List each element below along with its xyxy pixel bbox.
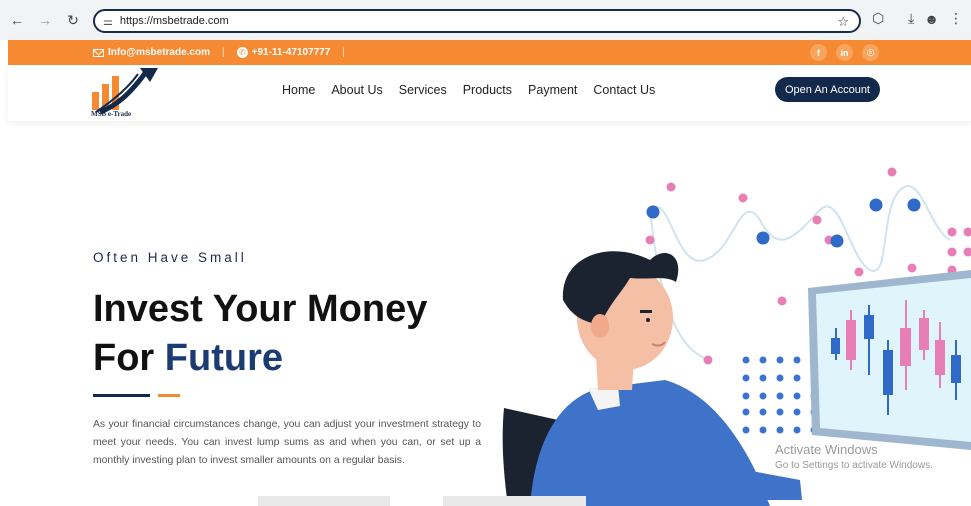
instagram-icon[interactable]: ◎ <box>862 44 879 61</box>
hero-title-accent: Future <box>164 337 283 379</box>
hero-title-prefix: For <box>93 337 165 379</box>
open-account-button[interactable]: Open An Account <box>775 77 880 102</box>
site-header: MSB e-Trade Home About Us Services Produ… <box>8 65 971 121</box>
facebook-icon[interactable]: f <box>810 44 827 61</box>
hero-description: As your financial circumstances change, … <box>93 419 481 466</box>
main-nav: Home About Us Services Products Payment … <box>282 83 655 97</box>
menu-kebab-icon[interactable]: ⋮ <box>949 10 963 27</box>
forward-icon[interactable]: → <box>34 9 56 31</box>
back-icon[interactable]: ← <box>6 9 28 31</box>
site-settings-icon[interactable]: ⚌ <box>103 15 113 28</box>
topbar-separator: | <box>342 47 345 58</box>
nav-item-about[interactable]: About Us <box>331 83 382 97</box>
browser-actions-2: ⤓ ☻ ⋮ <box>908 10 963 27</box>
nav-item-payment[interactable]: Payment <box>528 83 577 97</box>
profile-avatar-icon[interactable]: ☻ <box>924 11 939 27</box>
email-text: Info@msbetrade.com <box>108 47 210 58</box>
browser-actions: ⬡ <box>872 10 884 27</box>
investor-illustration <box>502 167 971 506</box>
nav-item-home[interactable]: Home <box>282 83 315 97</box>
bottom-strip <box>258 496 390 506</box>
hero-kicker: Often Have Small <box>93 250 247 265</box>
activation-watermark-subtitle: Go to Settings to activate Windows. <box>775 460 933 471</box>
social-links: f in ◎ <box>810 44 879 61</box>
hero-title-line2: For Future <box>93 334 427 383</box>
linkedin-icon[interactable]: in <box>836 44 853 61</box>
address-bar[interactable]: ⚌ https://msbetrade.com ☆ <box>93 9 861 33</box>
nav-item-products[interactable]: Products <box>463 83 512 97</box>
hero-divider-orange <box>158 394 180 397</box>
bottom-strip <box>443 496 586 506</box>
phone-text: +91-11-47107777 <box>251 47 331 58</box>
bookmark-star-icon[interactable]: ☆ <box>837 14 849 30</box>
contact-topbar: Info@msbetrade.com | ✆ +91-11-47107777 |… <box>8 40 971 65</box>
hero-divider-dark <box>93 394 150 397</box>
logo-text: MSB e-Trade <box>91 110 132 118</box>
hero-title: Invest Your Money For Future <box>93 285 427 383</box>
nav-item-services[interactable]: Services <box>399 83 447 97</box>
nav-item-contact[interactable]: Contact Us <box>593 83 655 97</box>
topbar-phone[interactable]: ✆ +91-11-47107777 <box>236 47 331 58</box>
reload-icon[interactable]: ↻ <box>62 9 84 31</box>
phone-icon: ✆ <box>236 47 248 58</box>
url-text: https://msbetrade.com <box>119 15 229 27</box>
topbar-separator: | <box>222 47 225 58</box>
activation-watermark-title: Activate Windows <box>775 442 878 457</box>
extensions-icon[interactable]: ⬡ <box>872 10 884 27</box>
topbar-email[interactable]: Info@msbetrade.com <box>93 47 210 58</box>
envelope-icon <box>93 48 104 57</box>
hero-title-line1: Invest Your Money <box>93 288 428 330</box>
download-icon[interactable]: ⤓ <box>908 10 914 27</box>
